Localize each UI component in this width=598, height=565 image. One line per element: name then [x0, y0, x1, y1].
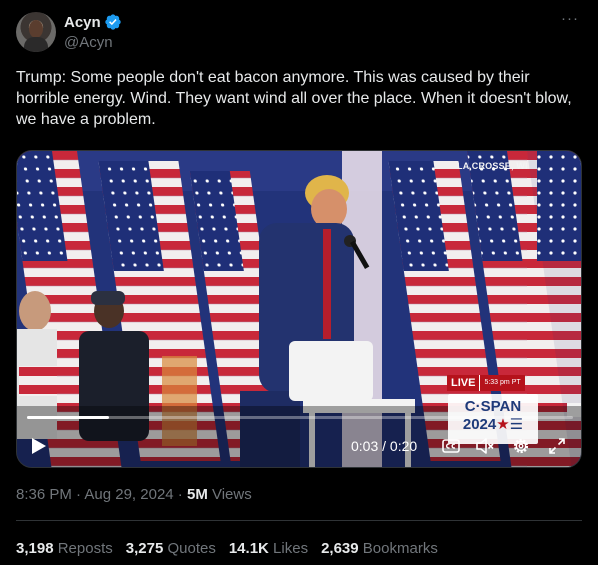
- closed-captions-icon[interactable]: [441, 436, 461, 456]
- reposts-count: 3,198: [16, 540, 54, 557]
- mute-icon[interactable]: [475, 436, 495, 456]
- avatar[interactable]: [16, 12, 56, 52]
- quotes-stat[interactable]: 3,275 Quotes: [126, 540, 216, 557]
- timer-separator: /: [378, 438, 390, 454]
- author-handle[interactable]: @Acyn: [64, 34, 113, 51]
- author-display-name[interactable]: Acyn: [64, 14, 101, 31]
- progress-bar[interactable]: [27, 416, 573, 419]
- views-label: Views: [207, 486, 252, 503]
- likes-count: 14.1K: [228, 540, 269, 557]
- elapsed-time: 0:03: [351, 438, 379, 454]
- play-icon[interactable]: [31, 437, 47, 455]
- reposts-label: Reposts: [57, 540, 113, 557]
- tweet-meta: 8:36 PM · Aug 29, 2024 · 5M Views: [16, 486, 252, 503]
- fullscreen-icon[interactable]: [547, 436, 567, 456]
- bookmarks-count: 2,639: [321, 540, 359, 557]
- tweet-text: Trump: Some people don't eat bacon anymo…: [16, 69, 572, 128]
- post-date[interactable]: Aug 29, 2024: [84, 486, 173, 503]
- author-name-line[interactable]: Acyn: [64, 13, 122, 31]
- total-duration: 0:20: [389, 438, 418, 454]
- location-caption: LA CROSSE, WI: [457, 161, 528, 171]
- live-time: 5:33 pm PT: [479, 375, 525, 391]
- live-label: LIVE: [447, 375, 480, 391]
- network-logo-line1: C·SPAN: [464, 398, 522, 415]
- divider: [16, 520, 582, 521]
- quotes-label: Quotes: [167, 540, 216, 557]
- reposts-stat[interactable]: 3,198 Reposts: [16, 540, 113, 557]
- video-player[interactable]: LA CROSSE, WI LIVE 5:33 pm PT C·SPAN 202…: [16, 150, 582, 468]
- bookmarks-label: Bookmarks: [362, 540, 438, 557]
- live-badge: LIVE 5:33 pm PT: [447, 375, 525, 391]
- progress-fill: [27, 416, 109, 419]
- meta-dot: ·: [71, 486, 85, 503]
- verified-badge-icon: [105, 14, 121, 30]
- bookmarks-stat[interactable]: 2,639 Bookmarks: [321, 540, 438, 557]
- settings-gear-icon[interactable]: [511, 436, 531, 456]
- tweet-header: Acyn @Acyn ···: [16, 11, 582, 56]
- video-timer: 0:03 / 0:20: [351, 438, 417, 454]
- more-options-icon[interactable]: ···: [560, 11, 580, 32]
- likes-label: Likes: [273, 540, 309, 557]
- views-count[interactable]: 5M: [187, 486, 208, 503]
- quotes-count: 3,275: [125, 540, 164, 557]
- meta-dot: ·: [173, 486, 187, 503]
- post-time[interactable]: 8:36 PM: [16, 486, 72, 503]
- video-controls: 0:03 / 0:20: [17, 431, 581, 461]
- likes-stat[interactable]: 14.1K Likes: [229, 540, 308, 557]
- engagement-stats: 3,198 Reposts 3,275 Quotes 14.1K Likes 2…: [16, 540, 438, 557]
